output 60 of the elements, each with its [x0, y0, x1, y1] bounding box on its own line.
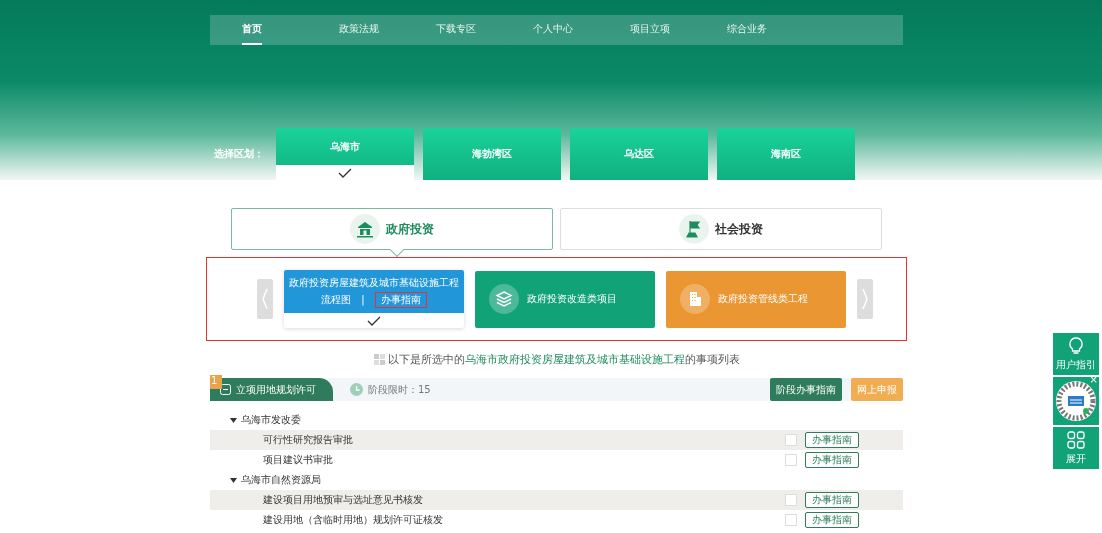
time-limit: 阶段限时：15 [368, 382, 431, 397]
nav-tab[interactable]: 个人中心 [533, 15, 630, 45]
card-title: 政府投资改造类项目 [527, 292, 617, 306]
guide-button[interactable]: 办事指南 [805, 512, 859, 528]
project-card[interactable]: 政府投资房屋建筑及城市基础设施工程 流程图 | 办事指南 [284, 270, 464, 328]
card-title: 政府投资房屋建筑及城市基础设施工程 [289, 275, 459, 290]
layers-icon [489, 284, 519, 314]
checkbox[interactable] [785, 494, 797, 506]
triangle-icon[interactable] [230, 416, 237, 424]
project-card[interactable]: 政府投资改造类项目 [475, 270, 655, 328]
stage-button[interactable]: 阶段办事指南 [770, 378, 842, 401]
checkbox[interactable] [785, 514, 797, 526]
item-name: 项目建议书审批 [263, 453, 334, 467]
close-button[interactable]: × [1089, 374, 1098, 385]
investment-tab[interactable]: 社会投资 [560, 208, 882, 250]
card-link[interactable]: 办事指南 [374, 291, 427, 308]
nav-tab[interactable]: 综合业务 [727, 15, 824, 45]
lightbulb-icon [1068, 336, 1084, 355]
region-tab[interactable]: 海南区 [717, 128, 855, 180]
nav-tab[interactable]: 首页 [242, 15, 339, 45]
expand-button[interactable]: 展开 [1053, 427, 1099, 469]
nav-tab[interactable]: 政策法规 [339, 15, 436, 45]
checkbox[interactable] [785, 434, 797, 446]
chevron-right-icon[interactable] [857, 279, 873, 319]
clock-icon [350, 383, 363, 396]
department-name: 乌海市自然资源局 [241, 473, 321, 487]
item-name: 建设用地（含临时用地）规划许可证核发 [263, 513, 444, 527]
nav-tab[interactable]: 下载专区 [436, 15, 533, 45]
stage-number: 1 [210, 375, 222, 389]
building-icon [350, 214, 380, 244]
stage-name: 立项用地规划许可 [236, 382, 316, 397]
department-name: 乌海市发改委 [241, 413, 301, 427]
region-tab[interactable]: 海勃湾区 [423, 128, 561, 180]
card-link[interactable]: 流程图 [321, 292, 352, 307]
project-card[interactable]: 政府投资管线类工程 [666, 270, 846, 328]
stage-button[interactable]: 网上申报 [851, 378, 903, 401]
guide-button[interactable]: 办事指南 [805, 432, 859, 448]
check-icon [367, 315, 381, 326]
flag-icon [679, 214, 709, 244]
office-building-icon [680, 284, 710, 314]
grid-icon [373, 353, 385, 365]
separator-text: | [361, 294, 365, 305]
collapse-icon[interactable] [220, 384, 231, 395]
nav-tab[interactable]: 项目立项 [630, 15, 727, 45]
card-title: 政府投资管线类工程 [718, 292, 808, 306]
check-icon [338, 167, 352, 178]
checkbox[interactable] [785, 454, 797, 466]
region-tab[interactable]: 乌海市 [276, 128, 414, 180]
guide-button[interactable]: 办事指南 [805, 492, 859, 508]
chevron-left-icon[interactable] [257, 279, 273, 319]
region-tab[interactable]: 乌达区 [570, 128, 708, 180]
user-guide-button[interactable]: 用户指引 [1053, 333, 1099, 375]
item-name: 可行性研究报告审批 [263, 433, 354, 447]
grid-icon [1067, 430, 1085, 449]
region-label: 选择区划： [214, 147, 265, 161]
triangle-icon[interactable] [230, 476, 237, 484]
guide-button[interactable]: 办事指南 [805, 452, 859, 468]
list-title: 以下是所选中的乌海市政府投资房屋建筑及城市基础设施工程的事项列表 [387, 351, 740, 367]
stage-tab[interactable]: 1 立项用地规划许可 [210, 378, 333, 401]
item-name: 建设项目用地预审与选址意见书核发 [263, 493, 424, 507]
